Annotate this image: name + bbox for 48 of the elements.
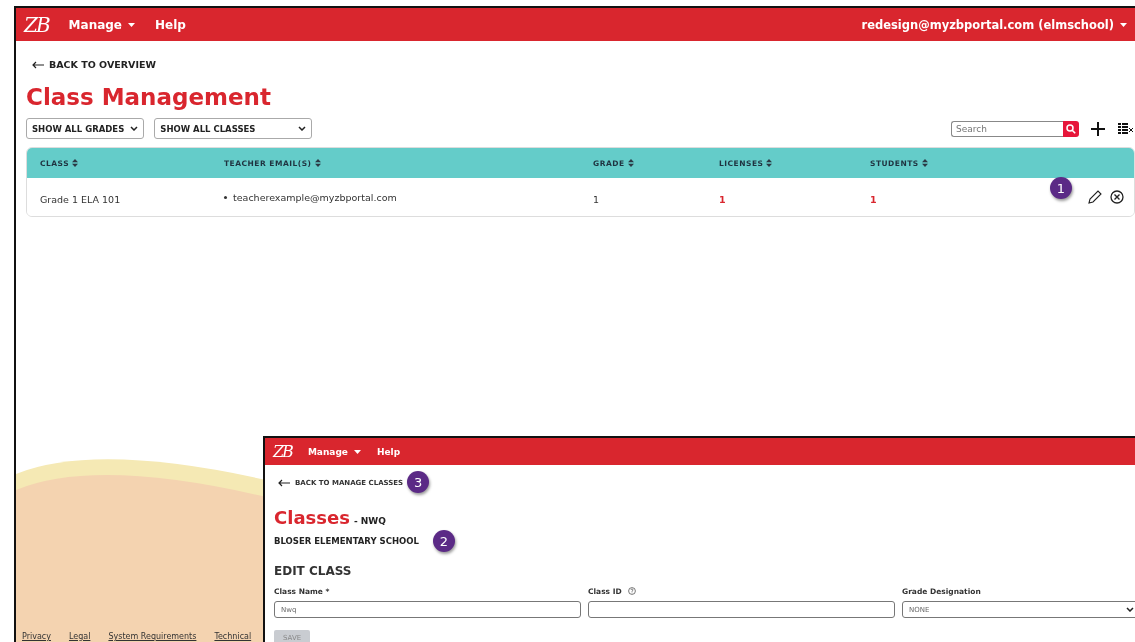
footer-link[interactable]: Legal — [68, 632, 91, 641]
class-code: - NWQ — [353, 516, 386, 526]
search-field[interactable]: Search — [951, 120, 1063, 137]
callout-badge: 2 — [432, 530, 455, 552]
chevron-icon — [130, 126, 139, 131]
user-menu[interactable]: redesign@myzbportal.com (elmschool) — [861, 17, 1127, 32]
sort-icon[interactable] — [627, 159, 634, 167]
sort-icon[interactable] — [766, 159, 773, 167]
menu-item[interactable]: Help — [376, 446, 401, 457]
text-field[interactable] — [588, 601, 895, 618]
table-cell[interactable]: 1 — [719, 193, 726, 205]
sort-icon[interactable] — [72, 159, 79, 167]
menu-item[interactable]: Help — [155, 17, 186, 32]
logo[interactable]: ZB — [24, 12, 49, 37]
caret-icon — [353, 449, 361, 454]
callout-badge: 3 — [407, 471, 430, 493]
table-cell[interactable]: 1 — [870, 193, 877, 205]
help-icon[interactable] — [627, 587, 636, 595]
footer-link[interactable]: System Requirements — [108, 632, 197, 641]
footer-link[interactable]: Technical — [214, 632, 252, 641]
page-title: Classes — [274, 507, 350, 528]
left-arrow-icon — [32, 60, 44, 69]
sort-icon[interactable] — [314, 159, 321, 167]
chevron-icon — [1126, 607, 1134, 612]
caret-icon — [1120, 22, 1127, 27]
callout-badge: 1 — [1050, 177, 1072, 199]
menu-item[interactable]: Manage — [68, 17, 135, 32]
page-title: Class Management — [26, 84, 272, 110]
caret-icon — [128, 22, 135, 27]
menu-item[interactable]: Manage — [307, 446, 361, 457]
table-cell: 1 — [593, 193, 600, 205]
school-name: BLOSER ELEMENTARY SCHOOL — [274, 536, 419, 546]
delete-circle-icon[interactable] — [1110, 190, 1124, 204]
left-arrow-icon — [278, 479, 290, 487]
table-cell: Grade 1 ELA 101 — [40, 193, 121, 205]
back-link[interactable]: BACK TO OVERVIEW — [32, 59, 1135, 70]
sort-icon[interactable] — [921, 159, 928, 167]
table-cell: teacherexample@myzbportal.com — [233, 191, 397, 203]
chevron-icon — [298, 126, 307, 131]
filter-dropdown[interactable]: SHOW ALL GRADES — [26, 118, 145, 139]
footer-link[interactable]: Privacy — [22, 632, 51, 641]
search-icon[interactable] — [1063, 120, 1079, 137]
bullet-icon — [224, 195, 227, 199]
edit-pencil-icon[interactable] — [1088, 190, 1102, 204]
logo[interactable]: ZB — [273, 442, 292, 461]
add-icon[interactable] — [1089, 119, 1107, 138]
section-heading: EDIT CLASS — [274, 564, 353, 578]
filter-dropdown[interactable]: SHOW ALL CLASSES — [154, 118, 313, 139]
